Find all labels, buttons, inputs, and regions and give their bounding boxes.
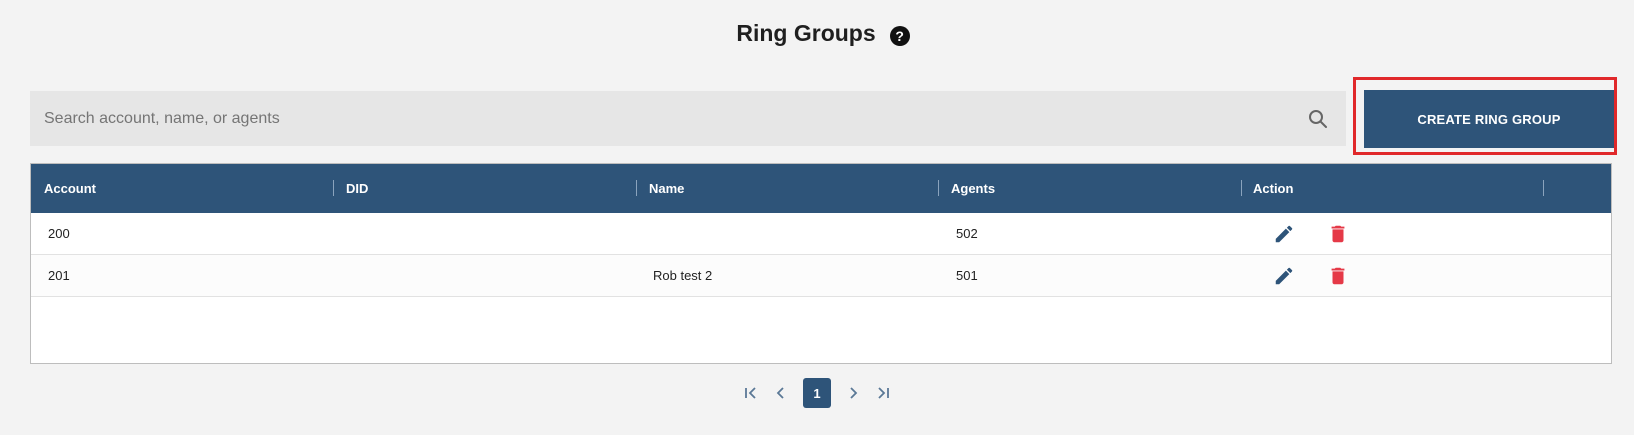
column-divider[interactable]: [938, 180, 939, 196]
delete-icon[interactable]: [1327, 265, 1349, 287]
table-row: 201 Rob test 2 501: [31, 255, 1611, 297]
prev-page-icon[interactable]: [769, 378, 793, 408]
search-input[interactable]: [42, 90, 1306, 147]
table-row: 200 502: [31, 213, 1611, 255]
edit-icon[interactable]: [1273, 265, 1295, 287]
ring-groups-table: Account DID Name Agents Action 200 502 2…: [30, 163, 1612, 364]
column-header-name[interactable]: Name: [649, 164, 684, 213]
table-header: Account DID Name Agents Action: [31, 164, 1611, 213]
search-icon[interactable]: [1306, 107, 1330, 131]
column-divider[interactable]: [636, 180, 637, 196]
create-ring-group-button[interactable]: CREATE RING GROUP: [1364, 90, 1614, 148]
cell-agents: 502: [956, 226, 978, 241]
cell-name: Rob test 2: [653, 268, 713, 283]
column-header-did[interactable]: DID: [346, 164, 368, 213]
cell-account: 200: [48, 226, 70, 241]
column-divider[interactable]: [1543, 180, 1544, 196]
help-icon[interactable]: ?: [889, 25, 910, 46]
column-divider[interactable]: [333, 180, 334, 196]
create-button-highlight: CREATE RING GROUP: [1353, 77, 1617, 155]
cell-agents: 501: [956, 268, 978, 283]
title-row: Ring Groups ?: [0, 20, 1634, 47]
cell-account: 201: [48, 268, 70, 283]
column-divider[interactable]: [1241, 180, 1242, 196]
column-header-account[interactable]: Account: [44, 164, 96, 213]
page-title: Ring Groups: [736, 20, 876, 46]
pagination: 1: [0, 378, 1634, 408]
first-page-icon[interactable]: [739, 378, 763, 408]
page-number-current[interactable]: 1: [803, 378, 831, 408]
last-page-icon[interactable]: [871, 378, 895, 408]
delete-icon[interactable]: [1327, 223, 1349, 245]
column-header-agents[interactable]: Agents: [951, 164, 995, 213]
search-bar: [30, 90, 1346, 147]
edit-icon[interactable]: [1273, 223, 1295, 245]
column-header-action: Action: [1253, 181, 1294, 196]
next-page-icon[interactable]: [841, 378, 865, 408]
ring-groups-page: Ring Groups ? CREATE RING GROUP Account …: [0, 0, 1634, 435]
